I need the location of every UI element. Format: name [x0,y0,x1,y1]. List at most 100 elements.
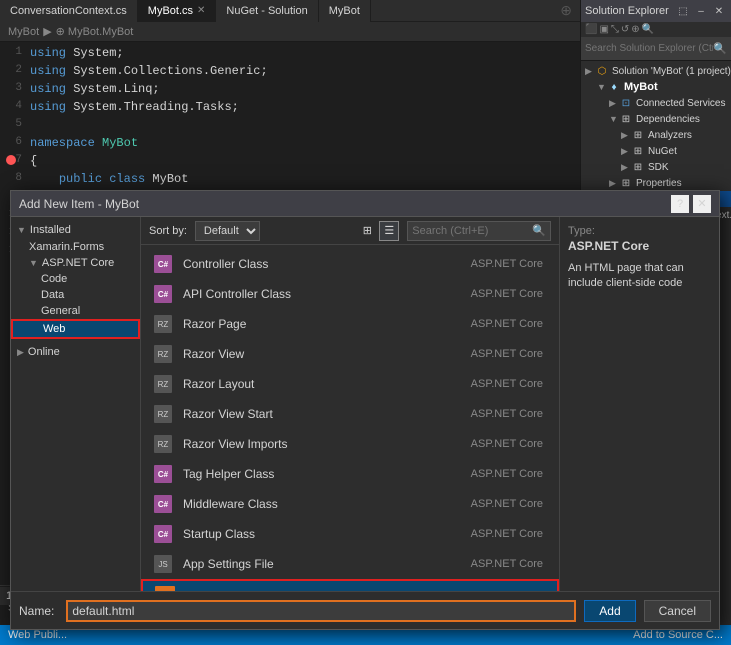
add-new-item-dialog: Add New Item - MyBot ? ✕ ▼ Installed Xam… [10,190,720,630]
dialog-footer: Name: Add Cancel [11,591,719,629]
tab-mybot-modified: ✕ [197,0,205,22]
item-razor-view-imports[interactable]: RZ Razor View Imports ASP.NET Core [141,429,559,459]
breadcrumb: MyBot ▶ ⊕ MyBot.MyBot [0,22,580,42]
nuget-icon: ⊞ [631,144,645,158]
tab-mybot-label: MyBot.cs [148,0,193,22]
search-icon: 🔍 [532,224,546,237]
sdk-label: SDK [648,162,669,173]
item-razor-page[interactable]: RZ Razor Page ASP.NET Core [141,309,559,339]
razor-view-imports-icon: RZ [149,432,177,456]
tree-sdk[interactable]: ▶ ⊞ SDK [581,159,731,175]
xamarin-label: Xamarin.Forms [29,241,104,253]
sol-toolbar-icon-1[interactable]: ⬛ [585,24,597,35]
list-view-icon[interactable]: ☰ [379,221,399,241]
tree-xamarin[interactable]: Xamarin.Forms [11,239,140,255]
grid-view-icon[interactable]: ⊞ [357,221,377,241]
cancel-button[interactable]: Cancel [644,600,711,622]
data-label: Data [41,289,64,301]
item-tag-helper[interactable]: C# Tag Helper Class ASP.NET Core [141,459,559,489]
item-razor-view-start[interactable]: RZ Razor View Start ASP.NET Core [141,399,559,429]
startup-icon: C# [149,522,177,546]
tree-nuget[interactable]: ▶ ⊞ NuGet [581,143,731,159]
razor-layout-name: Razor Layout [183,377,451,391]
tree-installed[interactable]: ▼ Installed [11,221,140,239]
solution-arrow: ▶ [585,66,595,77]
tree-project[interactable]: ▼ ♦ MyBot [581,79,731,95]
tree-general[interactable]: General [11,303,140,319]
dialog-info-panel: Type: ASP.NET Core An HTML page that can… [559,217,719,591]
sdk-icon: ⊞ [631,160,645,174]
tab-mybot[interactable]: MyBot.cs ✕ [138,0,217,22]
solution-label: Solution 'MyBot' (1 project) [612,66,731,77]
editor-expand-icon: ⊕ [560,2,580,19]
view-icons: ⊞ ☰ [357,221,399,241]
html-page-icon: H [151,584,179,591]
tree-solution[interactable]: ▶ ⬡ Solution 'MyBot' (1 project) [581,63,731,79]
search-box[interactable]: 🔍 [407,221,551,241]
startup-cat: ASP.NET Core [451,528,551,540]
item-razor-layout[interactable]: RZ Razor Layout ASP.NET Core [141,369,559,399]
item-api-controller[interactable]: C# API Controller Class ASP.NET Core [141,279,559,309]
solution-explorer-header: Solution Explorer ⬚ – ✕ [581,0,731,22]
code-line-4: 4 using System.Threading.Tasks; [0,100,580,118]
dialog-help-button[interactable]: ? [671,195,689,213]
tree-code[interactable]: Code [11,271,140,287]
sol-icon-1[interactable]: ⬚ [675,3,691,19]
sol-toolbar-icon-2[interactable]: ▣ [599,24,608,35]
html-page-cat: ASP.NET Core [449,590,549,591]
razor-page-cat: ASP.NET Core [451,318,551,330]
search-input[interactable] [412,225,532,237]
item-controller-class[interactable]: C# Controller Class ASP.NET Core [141,249,559,279]
razor-page-name: Razor Page [183,317,451,331]
tab-mybot2[interactable]: MyBot [319,0,371,22]
analyzers-label: Analyzers [648,130,692,141]
solution-search-icon: 🔍 [713,42,727,55]
status-left: Web Publi... [8,629,67,641]
razor-view-start-name: Razor View Start [183,407,451,421]
code-line-8: 8 public class MyBot [0,172,580,190]
tree-online[interactable]: ▶ Online [11,343,140,361]
razor-layout-cat: ASP.NET Core [451,378,551,390]
nuget-label: NuGet [648,146,677,157]
add-button[interactable]: Add [584,600,635,622]
sol-toolbar-icon-4[interactable]: ↺ [621,24,629,35]
tree-data[interactable]: Data [11,287,140,303]
tree-connected-services[interactable]: ▶ ⊡ Connected Services [581,95,731,111]
sort-select[interactable]: Default [195,221,260,241]
solution-search-input[interactable] [585,43,713,54]
tab-conversation[interactable]: ConversationContext.cs [0,0,138,22]
sol-toolbar-icon-3[interactable]: ⤡ [611,24,619,35]
item-app-settings[interactable]: JS App Settings File ASP.NET Core [141,549,559,579]
item-razor-view[interactable]: RZ Razor View ASP.NET Core [141,339,559,369]
sol-icon-close[interactable]: ✕ [711,3,727,19]
item-html-page[interactable]: H HTML Page ASP.NET Core [141,579,559,591]
tree-properties[interactable]: ▶ ⊞ Properties [581,175,731,191]
sol-icon-2[interactable]: – [693,3,709,19]
aspnet-arrow: ▼ [29,258,38,268]
item-middleware[interactable]: C# Middleware Class ASP.NET Core [141,489,559,519]
solution-explorer-toolbar: ⬚ – ✕ [675,3,727,19]
code-label: Code [41,273,67,285]
api-controller-icon: C# [149,282,177,306]
razor-layout-icon: RZ [149,372,177,396]
tree-analyzers[interactable]: ▶ ⊞ Analyzers [581,127,731,143]
name-input[interactable] [66,600,576,622]
tree-aspnet[interactable]: ▼ ASP.NET Core [11,255,140,271]
sol-toolbar-icon-6[interactable]: 🔍 [642,24,654,35]
solution-search-bar[interactable]: 🔍 [581,37,731,61]
type-value: ASP.NET Core [568,239,711,253]
sol-toolbar-icon-5[interactable]: ⊕ [631,24,639,35]
tab-nuget[interactable]: NuGet - Solution [216,0,318,22]
razor-view-icon: RZ [149,342,177,366]
tree-dependencies[interactable]: ▼ ⊞ Dependencies [581,111,731,127]
code-line-3: 3 using System.Linq; [0,82,580,100]
tag-helper-name: Tag Helper Class [183,467,451,481]
dialog-close-button[interactable]: ✕ [693,195,711,213]
online-arrow: ▶ [17,347,24,358]
project-arrow: ▼ [597,82,607,92]
tree-web[interactable]: Web [11,319,140,339]
breadcrumb-path: ⊕ MyBot.MyBot [56,25,134,38]
razor-view-cat: ASP.NET Core [451,348,551,360]
item-startup[interactable]: C# Startup Class ASP.NET Core [141,519,559,549]
dialog-title: Add New Item - MyBot [19,197,139,211]
